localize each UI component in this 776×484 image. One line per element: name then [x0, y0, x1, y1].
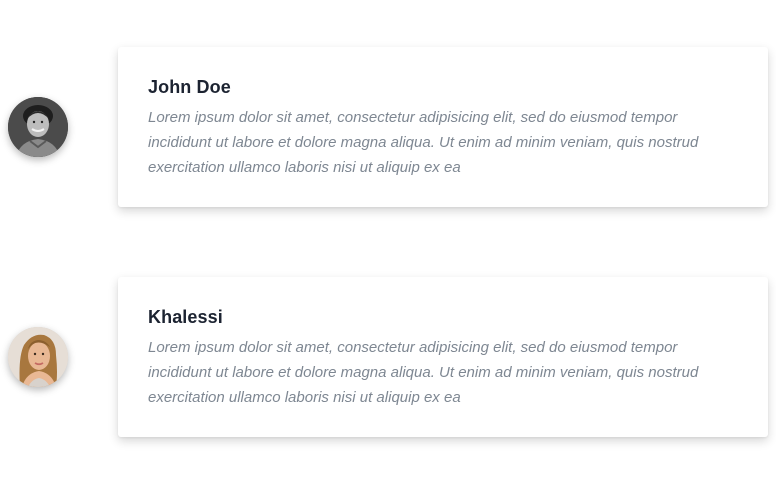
testimonial-text: Lorem ipsum dolor sit amet, consectetur …: [148, 109, 699, 176]
avatar: [8, 327, 68, 387]
avatar: [8, 97, 68, 157]
testimonial-item: John Doe Lorem ipsum dolor sit amet, con…: [0, 47, 776, 207]
testimonial-item: Khalessi Lorem ipsum dolor sit amet, con…: [0, 277, 776, 437]
testimonial-text: Lorem ipsum dolor sit amet, consectetur …: [148, 339, 699, 406]
avatar-woman-icon: [8, 327, 68, 387]
testimonial-card: Khalessi Lorem ipsum dolor sit amet, con…: [118, 277, 768, 437]
author-name: John Doe: [148, 77, 231, 97]
avatar-man-icon: [8, 97, 68, 157]
testimonial-card: John Doe Lorem ipsum dolor sit amet, con…: [118, 47, 768, 207]
author-name: Khalessi: [148, 307, 223, 327]
